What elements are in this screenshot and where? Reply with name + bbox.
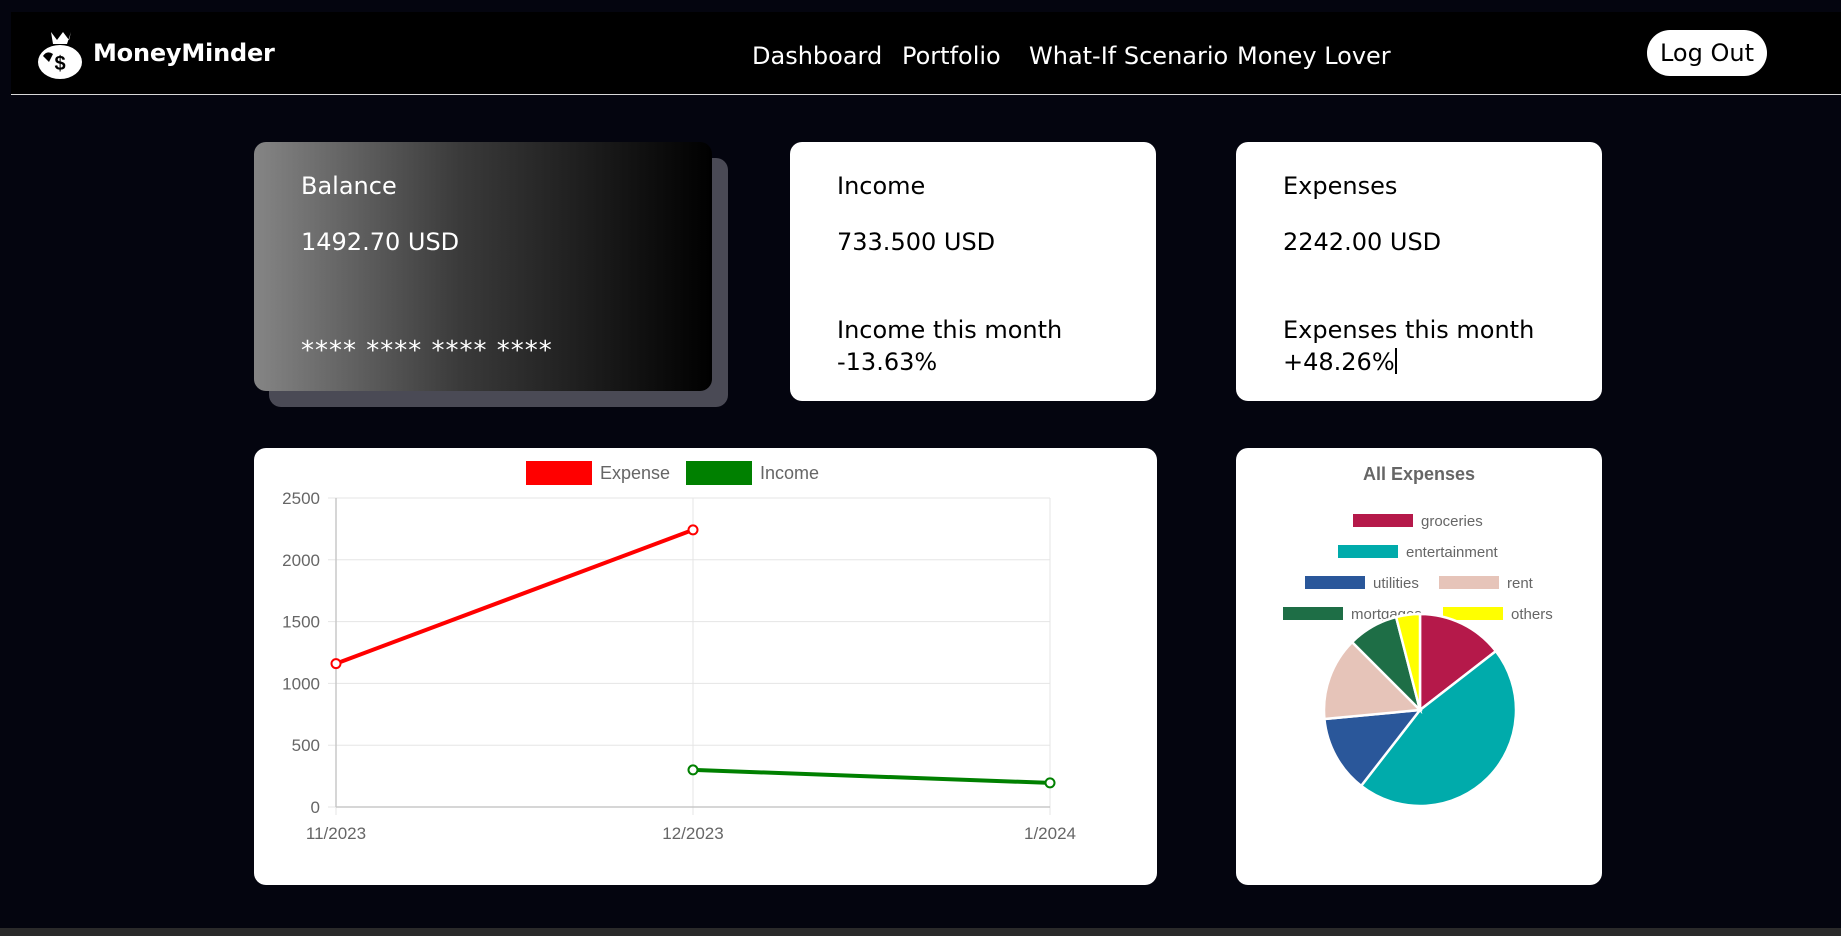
y-tick-label: 2000: [282, 551, 320, 570]
pie-title: All Expenses: [1363, 464, 1475, 484]
income-card: Income 733.500 USD Income this month -13…: [790, 142, 1156, 401]
legend-swatch-rent: [1439, 576, 1499, 589]
series-line-expense: [335, 528, 694, 666]
balance-value: 1492.70 USD: [301, 228, 460, 256]
balance-card: Balance 1492.70 USD **** **** **** ****: [254, 142, 712, 391]
brand-name: MoneyMinder: [93, 39, 275, 67]
legend-label-rent: rent: [1507, 575, 1534, 592]
svg-text:$: $: [54, 53, 65, 75]
app-root: $ MoneyMinder Dashboard Portfolio What-I…: [0, 0, 1841, 936]
brand[interactable]: $ MoneyMinder: [33, 26, 275, 80]
income-value: 733.500 USD: [837, 228, 996, 256]
data-point-expense: [687, 524, 699, 536]
series-line-income: [692, 767, 1051, 785]
nav-link-portfolio[interactable]: Portfolio: [902, 42, 1001, 70]
legend-label-income: Income: [760, 463, 819, 483]
legend-label-others: others: [1511, 606, 1553, 623]
top-navbar: $ MoneyMinder Dashboard Portfolio What-I…: [11, 12, 1841, 95]
legend-swatch-expense: [526, 461, 592, 485]
nav-link-what-if-scenario[interactable]: What-If Scenario: [1029, 42, 1228, 70]
y-tick-label: 1000: [282, 674, 320, 693]
data-point-income: [687, 764, 699, 776]
pie-chart-panel: All Expenses groceries entertainment utilit…: [1236, 448, 1602, 885]
y-tick-label: 0: [311, 798, 320, 817]
pie-chart: All Expenses groceries entertainment utilit…: [1283, 464, 1553, 808]
bottom-edge: [0, 928, 1841, 936]
expenses-value: 2242.00 USD: [1283, 228, 1442, 256]
income-label: Income: [837, 172, 926, 200]
line-chart: 0 500 1000 1500 2000 2500 11/2023 12/2023 1/2024…: [282, 461, 1076, 843]
legend-label-groceries: groceries: [1421, 513, 1483, 530]
x-tick-label: 1/2024: [1024, 824, 1076, 843]
x-tick-label: 11/2023: [306, 824, 366, 843]
y-tick-label: 2500: [282, 489, 320, 508]
income-month-block: Income this month -13.63%: [837, 314, 1062, 378]
income-month-label: Income this month: [837, 316, 1063, 344]
legend-swatch-utilities: [1305, 576, 1365, 589]
nav-link-dashboard[interactable]: Dashboard: [752, 42, 882, 70]
balance-label: Balance: [301, 172, 397, 200]
y-tick-label: 500: [292, 736, 320, 755]
money-bag-logo-icon: $: [38, 32, 82, 79]
expenses-label: Expenses: [1283, 172, 1398, 200]
legend-swatch-income: [686, 461, 752, 485]
expenses-card: Expenses 2242.00 USD Expenses this month…: [1236, 142, 1602, 401]
income-month-change: -13.63%: [837, 348, 938, 376]
expenses-month-change: +48.26%: [1283, 348, 1395, 376]
nav-link-money-lover[interactable]: Money Lover: [1237, 42, 1391, 70]
legend-label-expense: Expense: [600, 463, 670, 483]
y-tick-label: 1500: [282, 613, 320, 632]
legend-swatch-entertainment: [1338, 545, 1398, 558]
text-caret: [1394, 348, 1397, 374]
expenses-month-block: Expenses this month +48.26%: [1283, 314, 1534, 378]
card-number: **** **** **** ****: [301, 336, 553, 366]
legend-swatch-others: [1443, 607, 1503, 620]
legend-label-utilities: utilities: [1373, 575, 1419, 592]
legend-swatch-groceries: [1353, 514, 1413, 527]
legend-swatch-mortgages: [1283, 607, 1343, 620]
line-chart-panel: 0 500 1000 1500 2000 2500 11/2023 12/2023 1/2024…: [254, 448, 1157, 885]
x-tick-label: 12/2023: [662, 824, 723, 843]
data-point-expense: [330, 658, 342, 670]
legend-label-entertainment: entertainment: [1406, 544, 1499, 561]
data-point-income: [1044, 777, 1056, 789]
logout-button[interactable]: Log Out: [1647, 30, 1767, 76]
expenses-month-label: Expenses this month: [1283, 316, 1535, 344]
